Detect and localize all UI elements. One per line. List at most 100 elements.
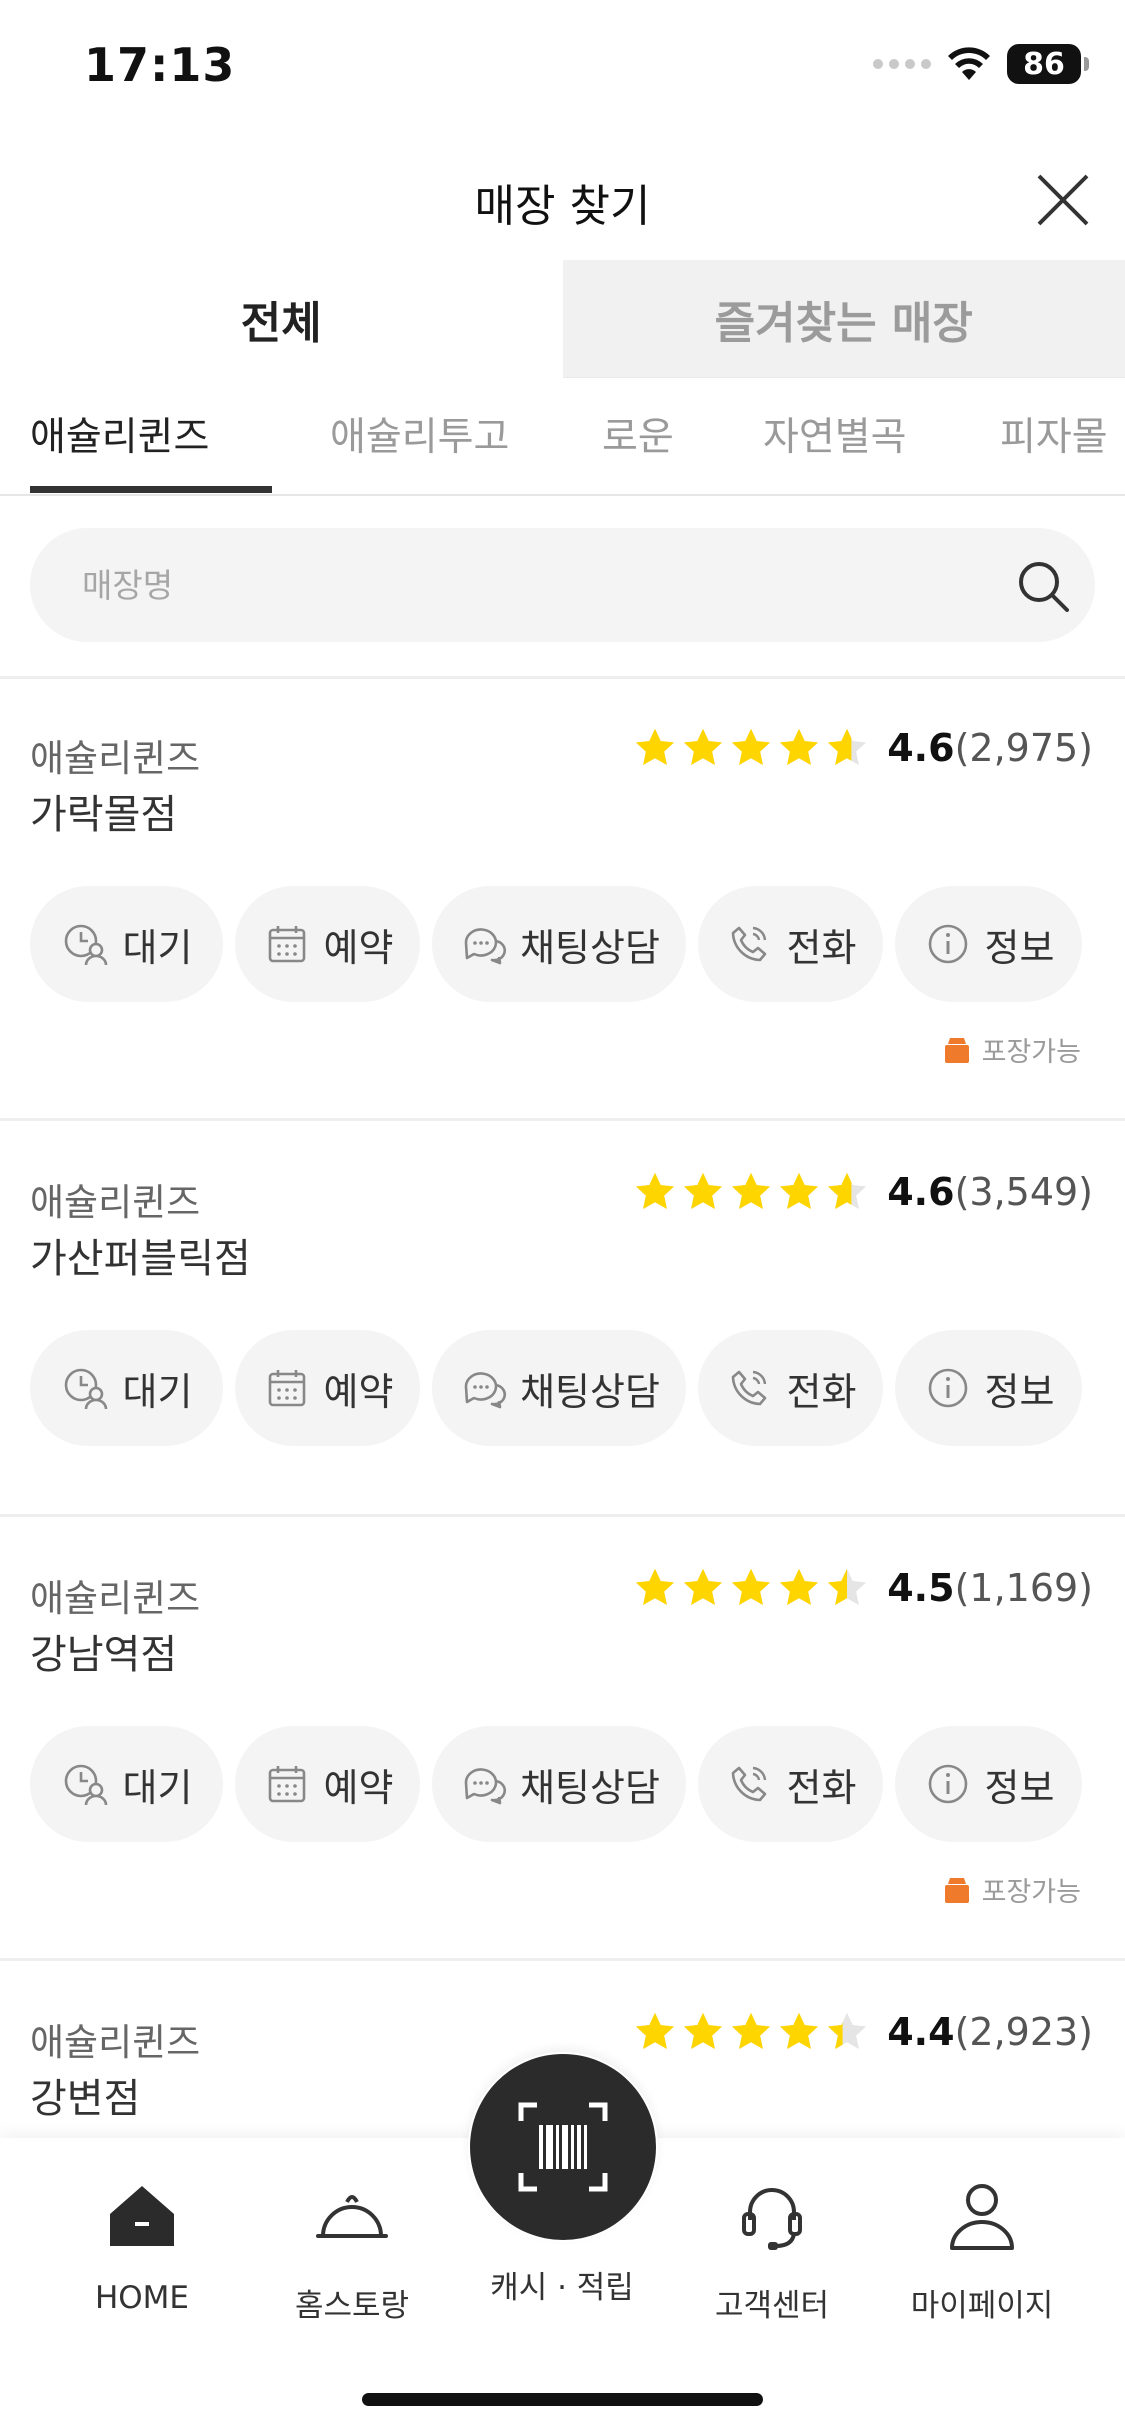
info-icon bbox=[928, 1368, 967, 1408]
star-icon bbox=[828, 1568, 867, 1606]
reserve-button[interactable]: 예약 bbox=[235, 886, 420, 1002]
star-icon bbox=[780, 728, 819, 766]
wait-button[interactable]: 대기 bbox=[30, 1726, 223, 1842]
barcode-scan-icon bbox=[518, 2102, 608, 2192]
star-icon bbox=[780, 2012, 819, 2050]
reserve-label: 예약 bbox=[323, 1765, 394, 1810]
review-count: (2,975) bbox=[954, 726, 1093, 770]
store-rating: 4.6 (3,549) bbox=[633, 1170, 1093, 1214]
divider bbox=[0, 1514, 1125, 1517]
status-time: 17:13 bbox=[84, 38, 236, 92]
close-icon bbox=[1037, 174, 1089, 226]
star-icon bbox=[684, 2012, 723, 2050]
rating-stars bbox=[633, 2010, 869, 2054]
star-icon bbox=[636, 2012, 675, 2050]
chat-label: 채팅상담 bbox=[520, 1765, 660, 1810]
rating-value: 4.4 bbox=[887, 2010, 955, 2054]
call-label: 전화 bbox=[786, 1369, 857, 1414]
store-name: 강변점 bbox=[30, 2076, 141, 2122]
phone-icon bbox=[731, 926, 766, 962]
chat-button[interactable]: 채팅상담 bbox=[432, 886, 686, 1002]
brand-tab-natural-byeolgok[interactable]: 자연별곡 bbox=[763, 406, 907, 462]
chat-button[interactable]: 채팅상담 bbox=[432, 1726, 686, 1842]
store-actions: 대기 예약 채팅상담 전화 정보 bbox=[30, 1330, 1082, 1446]
info-button[interactable]: 정보 bbox=[895, 886, 1082, 1002]
takeout-badge: 포장가능 bbox=[942, 1030, 1081, 1069]
reserve-button[interactable]: 예약 bbox=[235, 1726, 420, 1842]
nav-support-label: 고객센터 bbox=[714, 2288, 830, 2324]
chat-bubble-icon bbox=[464, 1372, 507, 1409]
divider bbox=[0, 1118, 1125, 1121]
store-brand: 애슐리퀸즈 bbox=[30, 1577, 201, 1620]
brand-tab-ashley-togo[interactable]: 애슐리투고 bbox=[330, 406, 509, 462]
chat-bubble-icon bbox=[464, 1768, 507, 1805]
rating-stars bbox=[633, 1170, 869, 1214]
wait-button[interactable]: 대기 bbox=[30, 886, 223, 1002]
review-count: (3,549) bbox=[954, 1170, 1093, 1214]
star-icon bbox=[684, 1568, 723, 1606]
phone-icon bbox=[731, 1766, 766, 1802]
info-icon bbox=[928, 1764, 967, 1804]
nav-support[interactable]: 고객센터 bbox=[672, 2178, 872, 2325]
waiting-clock-icon bbox=[64, 924, 107, 966]
store-rating: 4.5 (1,169) bbox=[633, 1566, 1093, 1610]
brand-tab-ashley-queens[interactable]: 애슐리퀸즈 bbox=[30, 406, 209, 462]
rating-value: 4.5 bbox=[887, 1566, 955, 1610]
chat-label: 채팅상담 bbox=[520, 1369, 660, 1414]
tab-all[interactable]: 전체 bbox=[0, 260, 563, 378]
star-icon bbox=[828, 2012, 867, 2050]
store-actions: 대기 예약 채팅상담 전화 정보 bbox=[30, 886, 1082, 1002]
cloche-icon bbox=[316, 2195, 388, 2238]
brand-tab-rown[interactable]: 로운 bbox=[602, 406, 674, 462]
wait-label: 대기 bbox=[122, 1369, 193, 1414]
cash-barcode-button[interactable] bbox=[470, 2054, 656, 2240]
search-input[interactable] bbox=[82, 528, 982, 642]
review-count: (2,923) bbox=[954, 2010, 1093, 2054]
store-name: 가산퍼블릭점 bbox=[30, 1236, 251, 1282]
star-icon bbox=[780, 1568, 819, 1606]
brand-tab-pizza-mall[interactable]: 피자몰 bbox=[1000, 406, 1108, 462]
reserve-button[interactable]: 예약 bbox=[235, 1330, 420, 1446]
store-rating: 4.6 (2,975) bbox=[633, 726, 1093, 770]
call-button[interactable]: 전화 bbox=[698, 1726, 883, 1842]
phone-icon bbox=[731, 1370, 766, 1406]
waiting-clock-icon bbox=[64, 1368, 107, 1410]
star-icon bbox=[780, 1172, 819, 1210]
takeout-label: 포장가능 bbox=[981, 1877, 1081, 1908]
waiting-clock-icon bbox=[64, 1764, 107, 1806]
search-icon[interactable] bbox=[1015, 558, 1071, 614]
tab-favorites[interactable]: 즐겨찾는 매장 bbox=[562, 260, 1125, 378]
info-icon bbox=[928, 924, 967, 964]
info-label: 정보 bbox=[984, 925, 1055, 970]
rating-value: 4.6 bbox=[887, 726, 955, 770]
takeout-badge: 포장가능 bbox=[942, 1870, 1081, 1909]
divider bbox=[0, 676, 1125, 679]
star-icon bbox=[828, 728, 867, 766]
nav-home[interactable]: HOME bbox=[42, 2178, 242, 2316]
star-icon bbox=[636, 1568, 675, 1606]
call-button[interactable]: 전화 bbox=[698, 1330, 883, 1446]
rating-stars bbox=[633, 1566, 869, 1610]
star-icon bbox=[684, 1172, 723, 1210]
store-name: 가락몰점 bbox=[30, 792, 178, 838]
nav-homestaurant[interactable]: 홈스토랑 bbox=[252, 2178, 452, 2325]
star-icon bbox=[732, 728, 771, 766]
wait-button[interactable]: 대기 bbox=[30, 1330, 223, 1446]
cellular-signal-icon bbox=[873, 59, 931, 69]
takeout-bag-icon bbox=[944, 1877, 969, 1903]
chat-button[interactable]: 채팅상담 bbox=[432, 1330, 686, 1446]
call-label: 전화 bbox=[786, 925, 857, 970]
close-button[interactable] bbox=[1031, 168, 1095, 232]
store-brand: 애슐리퀸즈 bbox=[30, 2021, 201, 2064]
store-rating: 4.4 (2,923) bbox=[633, 2010, 1093, 2054]
star-icon bbox=[636, 1172, 675, 1210]
search-bar bbox=[30, 528, 1095, 642]
nav-mypage[interactable]: 마이페이지 bbox=[882, 2178, 1082, 2325]
status-icons: 86 bbox=[873, 44, 1089, 84]
call-button[interactable]: 전화 bbox=[698, 886, 883, 1002]
info-button[interactable]: 정보 bbox=[895, 1330, 1082, 1446]
wait-label: 대기 bbox=[122, 925, 193, 970]
wifi-icon bbox=[948, 47, 990, 80]
star-icon bbox=[636, 728, 675, 766]
info-button[interactable]: 정보 bbox=[895, 1726, 1082, 1842]
